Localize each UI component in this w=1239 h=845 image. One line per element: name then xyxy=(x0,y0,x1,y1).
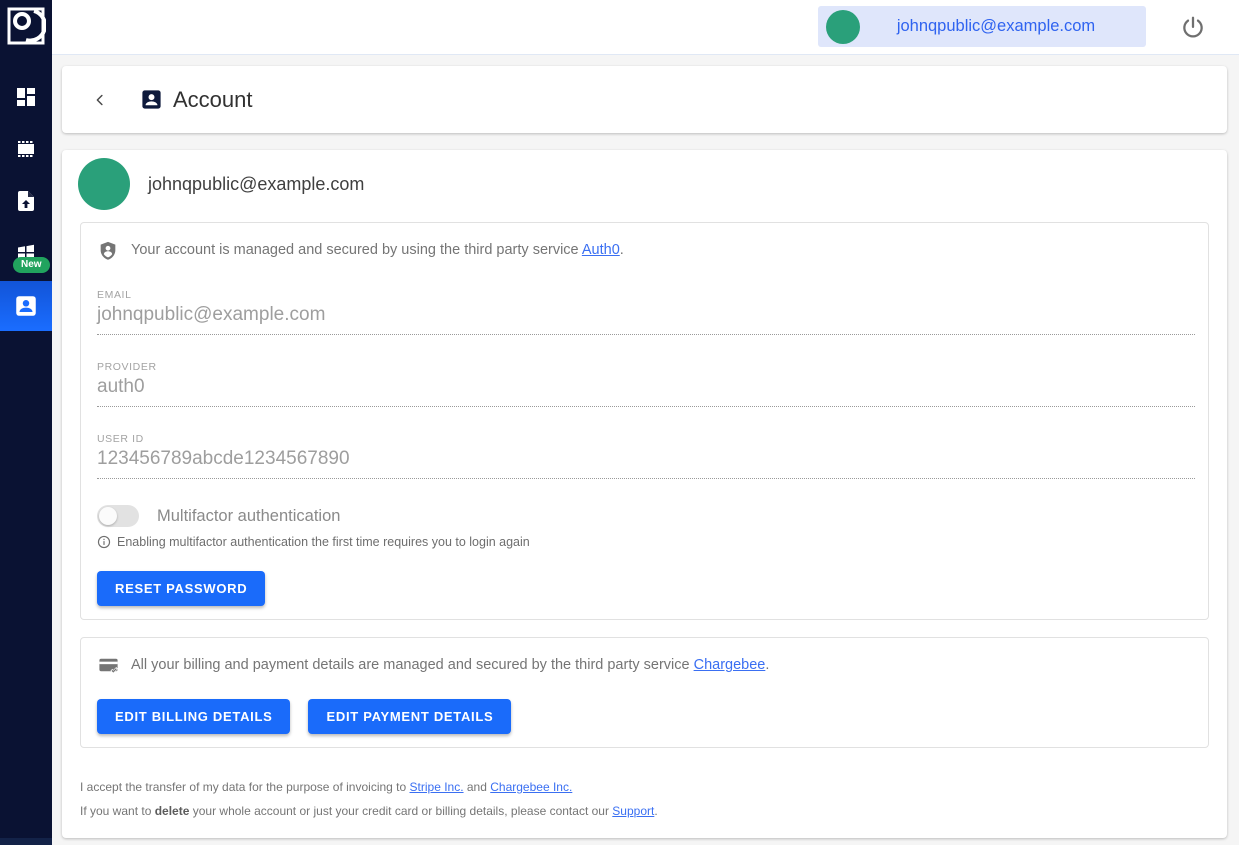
legal-line-2: If you want to delete your whole account… xyxy=(80,804,658,818)
account-title-icon xyxy=(140,88,163,111)
sidebar-bottom-strip xyxy=(0,838,52,845)
chargebee-link[interactable]: Chargebee xyxy=(694,657,766,673)
mfa-toggle[interactable] xyxy=(97,505,139,527)
avatar-large xyxy=(78,158,130,210)
auth-notice: Your account is managed and secured by u… xyxy=(97,239,1192,263)
email-field: EMAIL johnqpublic@example.com xyxy=(97,289,1195,335)
edit-payment-button[interactable]: EDIT PAYMENT DETAILS xyxy=(308,699,511,734)
legal-line2-text2: your whole account or just your credit c… xyxy=(189,804,612,818)
sidebar-item-dashboard[interactable] xyxy=(0,72,52,122)
userid-label: USER ID xyxy=(97,433,1195,445)
user-email: johnqpublic@example.com xyxy=(860,17,1132,36)
legal-line2-suffix: . xyxy=(654,804,657,818)
legal-footer: I accept the transfer of my data for the… xyxy=(80,780,658,828)
new-badge: New xyxy=(13,257,50,273)
email-value: johnqpublic@example.com xyxy=(97,304,1195,335)
topbar: johnqpublic@example.com xyxy=(52,0,1239,55)
brand-logo[interactable] xyxy=(4,4,48,48)
mfa-toggle-thumb xyxy=(99,507,117,525)
selection-icon xyxy=(14,137,38,161)
sidebar-item-upload[interactable] xyxy=(0,176,52,226)
legal-line2-bold: delete xyxy=(155,804,190,818)
stripe-link[interactable]: Stripe Inc. xyxy=(410,780,464,794)
sidebar-item-selection[interactable] xyxy=(0,124,52,174)
sidebar: New xyxy=(0,0,52,845)
mfa-label: Multifactor authentication xyxy=(157,507,340,526)
billing-notice-prefix: All your billing and payment details are… xyxy=(131,657,694,673)
account-icon xyxy=(13,293,39,319)
auth0-link[interactable]: Auth0 xyxy=(582,242,620,258)
chevron-left-icon xyxy=(91,91,109,109)
sidebar-item-account[interactable] xyxy=(0,281,52,331)
mfa-hint: Enabling multifactor authentication the … xyxy=(117,535,530,549)
account-card: johnqpublic@example.com Your account is … xyxy=(62,150,1227,838)
chargebee-inc-link[interactable]: Chargebee Inc. xyxy=(490,780,572,794)
dashboard-icon xyxy=(14,85,38,109)
billing-notice: All your billing and payment details are… xyxy=(97,654,1192,677)
brand-logo-icon xyxy=(6,6,46,46)
billing-buttons: EDIT BILLING DETAILS EDIT PAYMENT DETAIL… xyxy=(97,699,1192,734)
profile-row: johnqpublic@example.com xyxy=(78,158,364,210)
back-button[interactable] xyxy=(86,86,114,114)
auth-section: Your account is managed and secured by u… xyxy=(80,222,1209,620)
userid-value: 123456789abcde1234567890 xyxy=(97,448,1195,479)
legal-line-1: I accept the transfer of my data for the… xyxy=(80,780,658,794)
edit-billing-button[interactable]: EDIT BILLING DETAILS xyxy=(97,699,290,734)
mfa-hint-row: Enabling multifactor authentication the … xyxy=(97,535,1192,549)
provider-value: auth0 xyxy=(97,376,1195,407)
user-account-chip[interactable]: johnqpublic@example.com xyxy=(818,6,1146,47)
billing-notice-text: All your billing and payment details are… xyxy=(131,654,769,673)
profile-email: johnqpublic@example.com xyxy=(148,174,364,195)
shield-person-icon xyxy=(97,239,121,263)
support-link[interactable]: Support xyxy=(612,804,654,818)
legal-line2-text1: If you want to xyxy=(80,804,155,818)
legal-line1-text: I accept the transfer of my data for the… xyxy=(80,780,410,794)
provider-field: PROVIDER auth0 xyxy=(97,361,1195,407)
logout-button[interactable] xyxy=(1179,14,1207,42)
credit-card-check-icon xyxy=(97,654,121,677)
file-upload-icon xyxy=(14,189,38,213)
billing-notice-suffix: . xyxy=(765,657,769,673)
page-header: Account xyxy=(62,66,1227,133)
avatar xyxy=(826,10,860,44)
page-title: Account xyxy=(173,87,253,113)
reset-password-button[interactable]: RESET PASSWORD xyxy=(97,571,265,606)
provider-label: PROVIDER xyxy=(97,361,1195,373)
billing-section: All your billing and payment details are… xyxy=(80,637,1209,748)
legal-line1-mid: and xyxy=(464,780,491,794)
power-icon xyxy=(1180,15,1206,41)
mfa-row: Multifactor authentication xyxy=(97,505,1192,527)
email-label: EMAIL xyxy=(97,289,1195,301)
auth-notice-text: Your account is managed and secured by u… xyxy=(131,239,624,258)
auth-notice-prefix: Your account is managed and secured by u… xyxy=(131,242,582,258)
auth-notice-suffix: . xyxy=(620,242,624,258)
userid-field: USER ID 123456789abcde1234567890 xyxy=(97,433,1195,479)
info-icon xyxy=(97,535,111,549)
